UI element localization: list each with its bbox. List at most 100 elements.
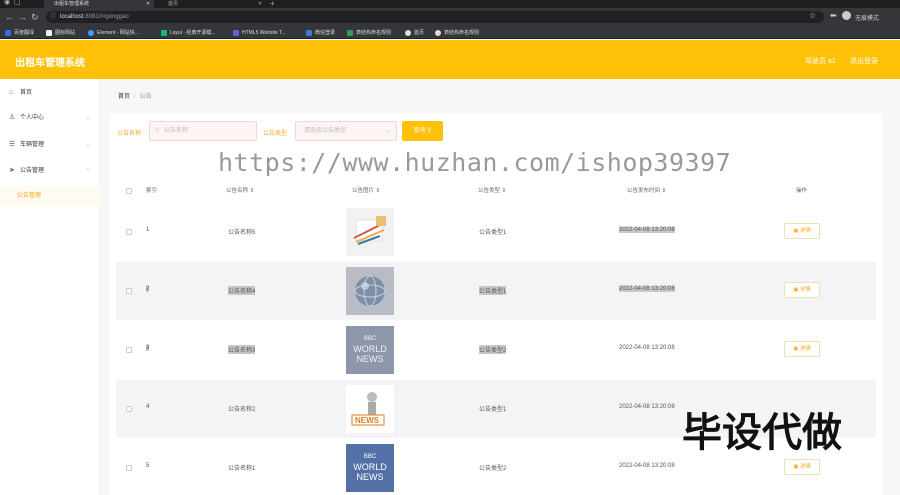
image-text: BBC bbox=[363, 454, 377, 460]
send-icon: ➤ bbox=[9, 167, 15, 174]
bookmark-favicon-icon bbox=[347, 30, 353, 36]
detail-button[interactable]: ▣ 详情 bbox=[784, 223, 820, 239]
bookmark-item[interactable]: 表结构命名规则 bbox=[435, 29, 479, 37]
row-name: 公告名称2 bbox=[228, 407, 256, 413]
notice-image: BBC WORLD NEWS bbox=[346, 444, 394, 492]
bookmark-favicon-icon bbox=[5, 30, 11, 36]
stamp-text: 毕设代做 bbox=[682, 410, 842, 456]
bookmark-item[interactable]: HTML5 Website T... bbox=[233, 29, 286, 37]
bookmark-item[interactable]: 微信登录 bbox=[306, 29, 335, 37]
sidebar-subitem-notice-manage[interactable]: 公告管理 bbox=[0, 186, 100, 206]
detail-button[interactable]: ▣ 详情 bbox=[784, 459, 820, 475]
globe-icon bbox=[435, 30, 441, 36]
tab-title: 首页 bbox=[168, 1, 179, 7]
bookmark-item[interactable]: 百度翻译 bbox=[5, 29, 34, 37]
col-type[interactable]: 公告类型 ⇕ bbox=[478, 179, 506, 203]
browser-tab-bar: ◉ ▢ 出租车管理系统 ✕ 首页 ✕ + bbox=[0, 0, 900, 8]
new-tab-icon[interactable]: + bbox=[268, 0, 275, 8]
bookmark-favicon-icon bbox=[233, 30, 239, 36]
table-header: 索引 公告名称 ⇕ 公告图片 ⇕ 公告类型 ⇕ 公告发布时间 ⇕ 操作 bbox=[116, 179, 876, 203]
col-actions: 操作 bbox=[796, 188, 808, 194]
search-icon: ⚲ bbox=[155, 128, 160, 134]
bookmark-item[interactable]: 表结构命名规则 bbox=[347, 29, 391, 37]
bookmark-star-icon[interactable]: ☆ bbox=[809, 11, 816, 20]
row-name: 公告名称3 bbox=[228, 345, 256, 354]
logout-button[interactable]: 退出登录 bbox=[850, 56, 878, 66]
address-bar[interactable]: ⓘ localhost:8081/#/gonggao bbox=[46, 11, 824, 23]
image-text: BBC bbox=[363, 336, 377, 342]
row-name: 公告名称1 bbox=[228, 466, 256, 472]
row-type: 公告类型1 bbox=[479, 407, 507, 413]
home-icon: ⌂ bbox=[9, 89, 14, 96]
row-time: 2022-04-08 13:20:08 bbox=[619, 345, 675, 351]
query-button[interactable]: 查询 ⚲ bbox=[402, 121, 443, 141]
chevron-down-icon: ⌄ bbox=[85, 115, 90, 121]
bookmark-favicon-icon bbox=[161, 30, 167, 36]
close-tab-icon[interactable]: ✕ bbox=[146, 0, 150, 8]
row-checkbox[interactable] bbox=[126, 288, 132, 294]
input-placeholder: 公告名称 bbox=[164, 128, 189, 134]
image-text: NEWS bbox=[356, 354, 384, 364]
type-filter-label: 公告类型 bbox=[263, 131, 288, 137]
col-image[interactable]: 公告图片 ⇕ bbox=[352, 179, 380, 203]
breadcrumb-home[interactable]: 首页 bbox=[118, 94, 130, 100]
row-index: 1 bbox=[146, 227, 150, 233]
profile-label[interactable]: 无痕模式 bbox=[855, 13, 879, 22]
sidebar-item-profile[interactable]: ♙ 个人中心 ⌄ bbox=[0, 108, 100, 128]
sidebar-item-vehicles[interactable]: ☰ 车辆管理 ⌄ bbox=[0, 135, 100, 155]
bookmark-favicon-icon bbox=[46, 30, 52, 36]
image-text: WORLD bbox=[353, 462, 387, 472]
name-search-input[interactable]: ⚲ 公告名称 bbox=[149, 121, 257, 141]
detail-button[interactable]: ▣ 详情 bbox=[784, 282, 820, 298]
globe-icon bbox=[354, 275, 386, 307]
col-name[interactable]: 公告名称 ⇕ bbox=[226, 179, 254, 203]
row-checkbox[interactable] bbox=[126, 406, 132, 412]
tab-inactive[interactable]: 首页 ✕ bbox=[158, 0, 266, 8]
sidebar: ⌂ 首页 ♙ 个人中心 ⌄ ☰ 车辆管理 ⌄ ➤ 公告管理 ⌃ 公告管理 bbox=[0, 79, 100, 495]
sidebar-item-label: 个人中心 bbox=[20, 115, 45, 121]
select-all-checkbox[interactable] bbox=[126, 188, 132, 194]
tab-active[interactable]: 出租车管理系统 ✕ bbox=[44, 0, 154, 8]
row-checkbox[interactable] bbox=[126, 347, 132, 353]
col-time[interactable]: 公告发布时间 ⇕ bbox=[627, 179, 666, 203]
list-icon: ☰ bbox=[9, 141, 16, 148]
url-host: localhost bbox=[60, 14, 84, 20]
name-filter-label: 公告名称 bbox=[117, 131, 142, 137]
bookmark-item[interactable]: 首页 bbox=[405, 29, 424, 37]
chevron-down-icon: ⌄ bbox=[85, 142, 90, 148]
forward-icon[interactable]: → bbox=[18, 12, 27, 22]
row-name: 公告名称4 bbox=[228, 286, 256, 295]
row-time: 2022-04-08 13:20:08 bbox=[619, 286, 675, 292]
watermark-text: https://www.huzhan.com/ishop39397 bbox=[218, 148, 732, 177]
app-title: 出租车管理系统 bbox=[15, 58, 85, 69]
window-menu-icon[interactable]: ◉ bbox=[4, 0, 10, 8]
row-index: 2 bbox=[146, 286, 150, 292]
select-placeholder: 请选择公告类型 bbox=[304, 128, 347, 134]
reload-icon[interactable]: ↻ bbox=[31, 12, 39, 22]
tab-search-icon[interactable]: ▢ bbox=[14, 0, 21, 8]
table-row: 1 公告名称5 公告类型1 2022-04-08 13:20:08 ▣ 详情 bbox=[116, 203, 876, 261]
bookmark-item[interactable]: 图标网站 bbox=[46, 29, 75, 37]
bookmark-item[interactable]: Layui - 经典开源模... bbox=[161, 29, 216, 37]
row-checkbox[interactable] bbox=[126, 465, 132, 471]
extension-icon[interactable]: ⬅ bbox=[830, 11, 837, 20]
user-label: 驾驶员 a1 bbox=[805, 58, 836, 65]
sidebar-item-home[interactable]: ⌂ 首页 bbox=[0, 83, 100, 103]
detail-button[interactable]: ▣ 详情 bbox=[784, 341, 820, 357]
row-checkbox[interactable] bbox=[126, 229, 132, 235]
row-name: 公告名称5 bbox=[228, 230, 256, 236]
row-type: 公告类型2 bbox=[479, 345, 507, 354]
sidebar-item-notices[interactable]: ➤ 公告管理 ⌃ bbox=[0, 161, 100, 181]
type-select[interactable]: 请选择公告类型 ⌄ bbox=[295, 121, 397, 141]
incognito-avatar-icon[interactable] bbox=[842, 11, 851, 20]
search-icon: ⚲ bbox=[427, 128, 432, 134]
col-index: 索引 bbox=[146, 188, 158, 194]
row-type: 公告类型1 bbox=[479, 286, 507, 295]
row-index: 4 bbox=[146, 404, 150, 410]
bookmark-favicon-icon bbox=[88, 30, 94, 36]
chevron-down-icon: ⌄ bbox=[384, 128, 390, 134]
back-icon[interactable]: ← bbox=[5, 12, 14, 22]
close-tab-icon[interactable]: ✕ bbox=[258, 0, 262, 8]
pens-on-paper-icon bbox=[353, 216, 386, 245]
bookmark-item[interactable]: Element - 网站快... bbox=[88, 29, 139, 37]
